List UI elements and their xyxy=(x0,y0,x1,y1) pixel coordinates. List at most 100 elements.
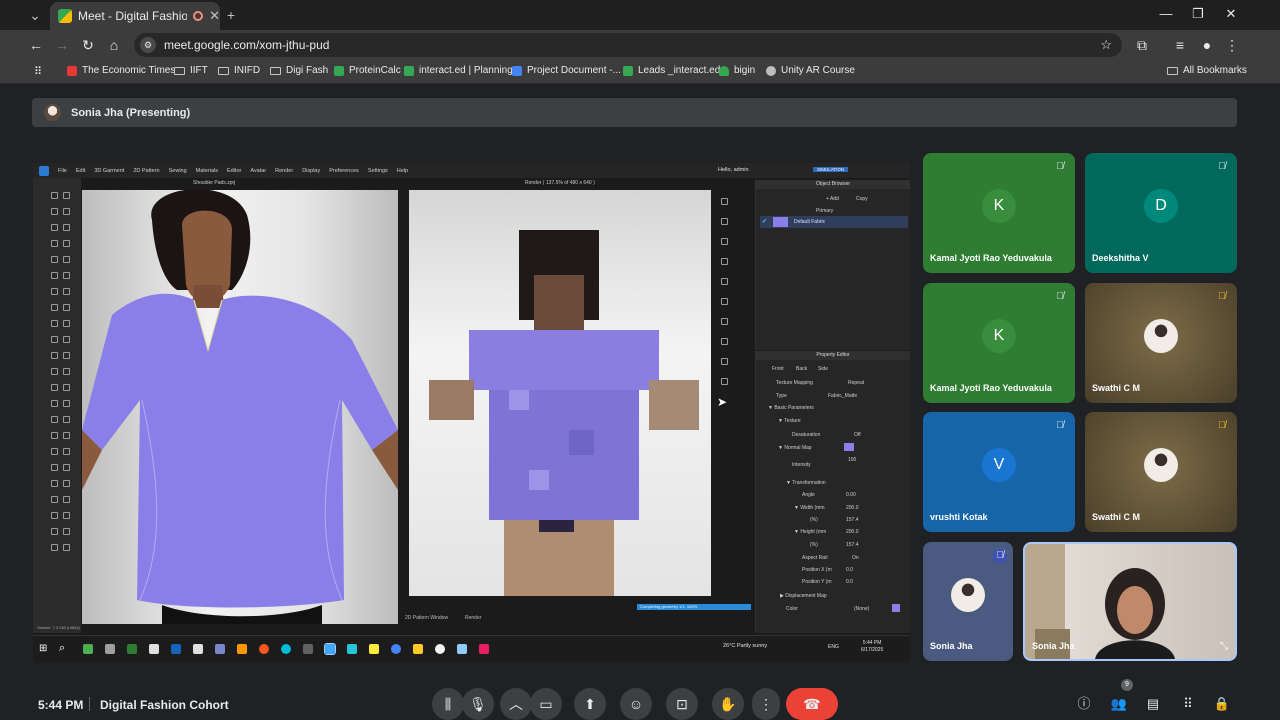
sheets-icon xyxy=(334,65,344,76)
tool-icon xyxy=(51,240,58,247)
microphone-button[interactable]: 🎙 xyxy=(462,688,494,720)
minimize-icon[interactable]: — xyxy=(1156,6,1176,21)
render-window-title: Render ( 137.5% of 480 x 640 ) xyxy=(525,180,595,186)
participant-avatar: V xyxy=(982,448,1016,482)
participant-tile[interactable]: 🎙̸ Sonia Jha xyxy=(923,542,1013,661)
bottom-tabs: 2D Pattern Window Render xyxy=(405,613,755,623)
back-icon[interactable]: ← xyxy=(26,35,46,55)
shared-screen: File Edit 3D Garment 2D Pattern Sewing M… xyxy=(33,163,910,663)
apps-icon[interactable]: ⠿ xyxy=(34,65,42,78)
prop-label: Aspect Rati xyxy=(802,555,828,561)
extensions-icon[interactable]: ⧉ xyxy=(1132,35,1152,55)
audio-settings-button[interactable]: ⫼ xyxy=(432,688,464,720)
camera-button[interactable]: ▭ xyxy=(530,688,562,720)
media-control-icon[interactable]: ≡ xyxy=(1170,35,1190,55)
captions-button[interactable]: ⊡ xyxy=(666,688,698,720)
bookmark-iift[interactable]: IIFT xyxy=(174,65,208,76)
taskbar-app-icon xyxy=(127,644,137,654)
participant-tile[interactable]: K 🎙̸ Kamal Jyoti Rao Yeduvakula xyxy=(923,283,1075,403)
people-count-badge: 9 xyxy=(1121,679,1133,691)
forward-icon[interactable]: → xyxy=(52,35,72,55)
activities-button[interactable]: ⠿ xyxy=(1178,694,1198,714)
tool-icon xyxy=(63,544,70,551)
prop-label: Position X (m xyxy=(802,567,832,573)
recording-icon xyxy=(193,11,204,21)
tool-icon xyxy=(51,416,58,423)
more-options-button[interactable]: ⋮ xyxy=(752,688,780,720)
tool-icon xyxy=(63,480,70,487)
normal-map-swatch xyxy=(844,443,854,451)
tool-icon xyxy=(51,320,58,327)
participant-tile[interactable]: K 🎙̸ Kamal Jyoti Rao Yeduvakula xyxy=(923,153,1075,273)
host-controls-button[interactable]: 🔒 xyxy=(1212,694,1232,714)
tool-icon xyxy=(63,272,70,279)
prop-label: ▼ Height (mm xyxy=(794,529,827,535)
leave-call-button[interactable]: ☎ xyxy=(786,688,838,720)
bigin-icon xyxy=(719,65,729,76)
taskbar-app-icon xyxy=(237,644,247,654)
participant-tile[interactable]: 🎙̸ Swathi C M xyxy=(1085,412,1237,532)
new-tab-button[interactable]: + xyxy=(220,4,242,26)
chevron-up-icon: ︿ xyxy=(509,696,523,712)
bookmark-digi-fash[interactable]: Digi Fash xyxy=(270,65,328,76)
maximize-icon[interactable]: ❐ xyxy=(1188,6,1208,22)
tool-icon xyxy=(51,400,58,407)
tool-icon xyxy=(51,224,58,231)
present-button[interactable]: ⬆ xyxy=(574,688,606,720)
participant-tile-self-video[interactable]: Sonia Jha ⤡ xyxy=(1023,542,1237,661)
home-icon[interactable]: ⌂ xyxy=(104,35,124,55)
people-button[interactable]: 👥 xyxy=(1109,694,1129,714)
participant-tile[interactable]: 🎙̸ Swathi C M xyxy=(1085,283,1237,403)
render-tool-icon xyxy=(721,318,728,325)
tab-search-button[interactable]: ⌄ xyxy=(24,4,46,26)
tool-icon xyxy=(63,224,70,231)
tab-close-icon[interactable]: ✕ xyxy=(209,8,220,24)
browser-tab[interactable]: Meet - Digital Fashion Coho ✕ xyxy=(50,2,220,30)
prop-label: ▶ Displacement Map xyxy=(780,593,827,599)
window-close-icon[interactable]: ✕ xyxy=(1221,6,1241,22)
tool-icon xyxy=(51,368,58,375)
chat-icon: ▤ xyxy=(1146,696,1160,711)
bookmark-proteincalc[interactable]: ProteinCalc xyxy=(334,65,401,76)
bookmark-interacted-planning[interactable]: interact.ed | Planning xyxy=(404,65,513,76)
tab-title: Meet - Digital Fashion Coho xyxy=(78,9,188,23)
reload-icon[interactable]: ↻ xyxy=(78,35,98,55)
profile-avatar[interactable]: ● xyxy=(1197,35,1217,55)
bookmark-leads[interactable]: Leads _interact.ed xyxy=(623,65,720,76)
bookmark-unity-ar-course[interactable]: Unity AR Course xyxy=(766,65,855,76)
all-bookmarks[interactable]: All Bookmarks xyxy=(1167,65,1247,76)
site-info-icon[interactable]: ⚙ xyxy=(140,37,156,53)
chrome-menu-icon[interactable]: ⋮ xyxy=(1222,35,1242,55)
meeting-name: Digital Fashion Cohort xyxy=(100,698,229,712)
render-tool-icon xyxy=(721,278,728,285)
pin-icon[interactable]: ⤡ xyxy=(1217,641,1231,655)
bookmark-bigin[interactable]: bigin xyxy=(719,65,755,76)
camera-options-button[interactable]: ︿ xyxy=(500,688,532,720)
address-bar[interactable]: ⚙ meet.google.com/xom-jthu-pud ☆ xyxy=(134,33,1122,57)
raise-hand-button[interactable]: ✋ xyxy=(712,688,744,720)
taskbar-language: ENG xyxy=(828,644,839,650)
bookmark-inifd[interactable]: INIFD xyxy=(218,65,260,76)
simulation-progress-bar: Completing geometry 1/1, 100% xyxy=(637,604,751,610)
chat-button[interactable]: ▤ xyxy=(1143,694,1163,714)
bookmark-project-document[interactable]: Project Document -... xyxy=(512,65,621,76)
prop-value: 0.0 xyxy=(846,567,853,573)
tool-icon xyxy=(63,288,70,295)
primary-label: Primary xyxy=(816,208,834,214)
tool-icon xyxy=(51,480,58,487)
meeting-details-button[interactable]: ⓘ xyxy=(1074,694,1094,714)
tool-icon xyxy=(51,448,58,455)
bookmark-economic-times[interactable]: The Economic Times xyxy=(67,65,175,76)
prop-value: Fabric_Matte xyxy=(828,393,858,399)
taskbar-app-icon xyxy=(171,644,181,654)
participant-tile[interactable]: D 🎙̸ Deekshitha V xyxy=(1085,153,1237,273)
checkmark-icon: ✔ xyxy=(762,219,768,225)
menu-edit: Edit xyxy=(75,167,86,174)
menu-2d-pattern: 2D Pattern xyxy=(133,167,160,174)
tool-icon xyxy=(51,384,58,391)
bookmark-star-icon[interactable]: ☆ xyxy=(1100,37,1112,53)
emoji-reaction-button[interactable]: ☺ xyxy=(620,688,652,720)
3d-window-title: Shoulder Pads.zprj xyxy=(193,180,236,186)
participant-tile[interactable]: V 🎙̸ vrushti Kotak xyxy=(923,412,1075,532)
tab-2d-pattern-window: 2D Pattern Window xyxy=(405,615,449,621)
